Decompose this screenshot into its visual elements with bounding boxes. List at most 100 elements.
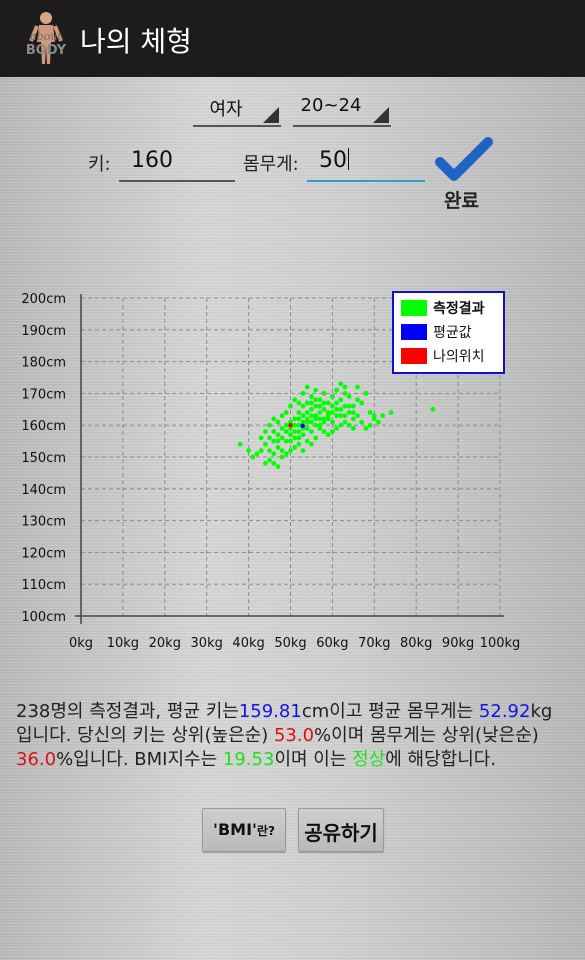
height-input[interactable]: 160	[119, 148, 235, 182]
data-point	[258, 448, 264, 454]
x-tick-label: 20kg	[149, 636, 181, 651]
data-point	[317, 410, 323, 415]
weight-label: 몸무게:	[243, 154, 299, 175]
data-point	[292, 429, 298, 434]
data-point	[292, 435, 298, 441]
data-point	[271, 416, 277, 422]
data-point	[317, 397, 323, 403]
data-point	[334, 400, 339, 406]
bmi-value: 19.53	[222, 749, 275, 770]
data-point	[313, 387, 319, 393]
data-point	[304, 400, 310, 406]
data-point	[367, 410, 373, 415]
height-input-value: 160	[131, 148, 173, 173]
result-end-text: 에 해당합니다.	[385, 749, 497, 770]
data-point	[300, 423, 305, 429]
data-point	[338, 413, 344, 419]
data-point	[359, 400, 365, 406]
data-point	[271, 460, 277, 466]
data-point	[309, 429, 314, 434]
dropdown-triangle-icon	[263, 107, 279, 123]
data-point	[338, 406, 344, 412]
legend-label: 나의위치	[433, 349, 485, 365]
y-tick-label: 160cm	[21, 419, 66, 434]
data-point	[296, 429, 302, 434]
data-point	[246, 448, 252, 454]
share-button-label: 공유하기	[304, 821, 378, 845]
data-point	[300, 403, 306, 409]
weight-input[interactable]: 50	[307, 148, 425, 182]
data-point	[267, 457, 272, 463]
data-point	[321, 416, 327, 422]
data-point	[262, 429, 268, 434]
checkmark-icon	[435, 137, 493, 181]
data-point	[363, 391, 369, 396]
data-point	[325, 416, 331, 422]
data-point	[313, 413, 319, 419]
data-point	[321, 400, 327, 406]
data-point	[271, 429, 277, 434]
data-point	[309, 441, 314, 447]
result-bmi-text: 이며 이는	[274, 749, 347, 770]
y-tick-label: 110cm	[21, 578, 66, 593]
data-point	[355, 384, 360, 390]
data-point	[321, 406, 327, 412]
data-point	[350, 403, 356, 409]
data-point	[288, 448, 293, 454]
data-point	[254, 451, 260, 457]
y-tick-label: 130cm	[21, 515, 66, 530]
data-point	[288, 423, 293, 428]
result-rank-mid-text: %이며 몸무게는 상위(낮은순)	[314, 725, 539, 746]
data-point	[275, 432, 281, 438]
gender-spinner[interactable]: 여자	[193, 91, 281, 127]
data-point	[262, 441, 268, 447]
age-spinner[interactable]: 20~24	[293, 91, 391, 127]
data-point	[430, 406, 436, 412]
dropdown-triangle-icon	[373, 107, 389, 123]
data-point	[338, 397, 344, 403]
bmi-info-button[interactable]: 'BMI'란?	[202, 808, 286, 852]
data-point	[309, 413, 314, 419]
data-point	[309, 406, 314, 412]
data-point	[304, 425, 310, 431]
data-point	[388, 410, 394, 415]
data-point	[376, 419, 381, 425]
data-point	[359, 419, 365, 425]
data-point	[296, 441, 302, 447]
data-point	[350, 425, 356, 431]
x-tick-label: 70kg	[358, 636, 390, 651]
data-point	[267, 422, 272, 428]
data-point	[342, 391, 348, 396]
done-button[interactable]: 완료	[434, 136, 494, 212]
share-button[interactable]: 공유하기	[298, 808, 384, 852]
data-point	[250, 454, 256, 460]
y-tick-label: 140cm	[21, 483, 66, 498]
text-cursor	[348, 148, 349, 170]
scatter-chart: 100cm 110cm 120cm 130cm 140cm 150cm 160cm 170cm…	[21, 291, 520, 651]
data-point	[330, 403, 335, 409]
legend-swatch	[401, 300, 427, 316]
x-tick-label: 0kg	[69, 636, 93, 651]
data-point	[342, 384, 348, 390]
data-point	[309, 394, 314, 399]
weight-rank-value: 36.0	[16, 749, 57, 770]
data-point	[325, 400, 331, 406]
app-logo-icon[interactable]: about BODY	[20, 10, 72, 66]
data-point	[334, 425, 339, 431]
data-point	[262, 460, 268, 466]
data-point	[330, 410, 335, 415]
y-tick-label: 100cm	[21, 610, 66, 625]
data-point	[317, 422, 323, 428]
data-point	[300, 391, 306, 396]
data-point	[288, 432, 293, 438]
data-point	[304, 438, 310, 444]
data-point	[304, 410, 310, 415]
y-tick-label: 180cm	[21, 356, 66, 371]
data-point	[334, 413, 339, 419]
legend-swatch	[401, 348, 427, 364]
data-point	[350, 410, 356, 415]
data-point	[313, 422, 319, 428]
data-point	[355, 413, 360, 419]
data-point	[267, 448, 272, 454]
data-point	[317, 403, 323, 409]
